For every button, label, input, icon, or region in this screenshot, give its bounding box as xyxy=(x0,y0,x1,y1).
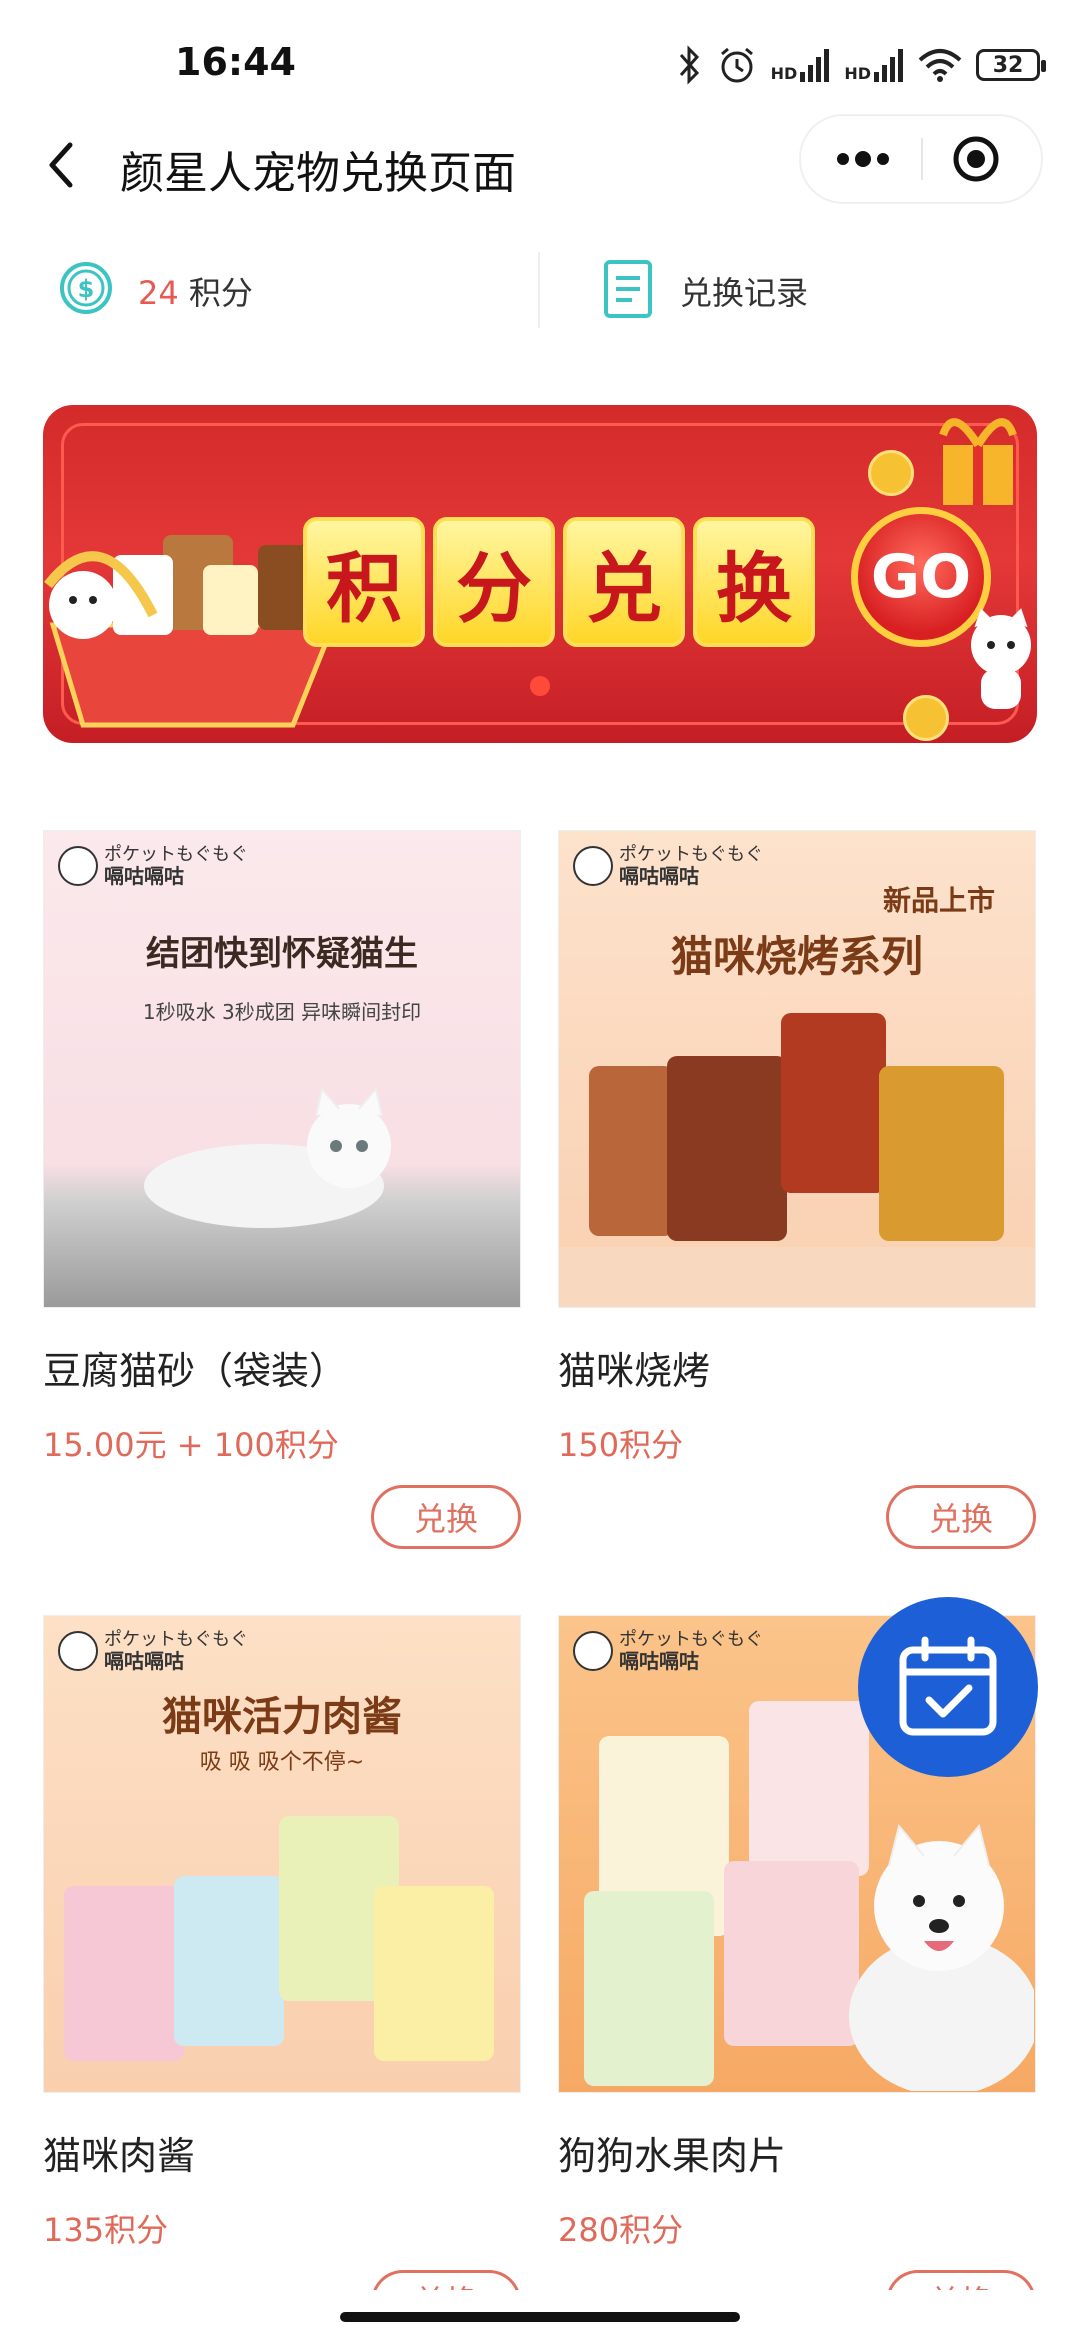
banner-tile: 换 xyxy=(693,517,815,647)
gift-box-icon xyxy=(939,418,1017,505)
pouch-illustration xyxy=(724,1861,859,2046)
image-headline: 猫咪活力肉酱 xyxy=(162,1694,402,1740)
brand-tagline: ポケットもぐもぐ xyxy=(104,844,248,865)
product-card[interactable]: ポケットもぐもぐ 嗝咕嗝咕 新品上市 猫咪烧烤系列 猫咪烧烤 150积分 兑换 xyxy=(558,830,1036,1549)
status-time: 16:44 xyxy=(175,40,296,84)
exchange-button[interactable]: 兑换 xyxy=(886,1485,1036,1549)
product-image[interactable]: ポケットもぐもぐ 嗝咕嗝咕 新品上市 猫咪烧烤系列 xyxy=(558,830,1036,1308)
product-image[interactable]: ポケットもぐもぐ 嗝咕嗝咕 结团快到怀疑猫生 1秒吸水 3秒成团 异味瞬间封印 xyxy=(43,830,521,1308)
wifi-icon xyxy=(918,49,962,82)
product-price: 15.00元 + 100积分 xyxy=(43,1426,339,1464)
cat-photo-illustration xyxy=(144,1086,391,1228)
miniprogram-close-icon[interactable] xyxy=(951,134,1001,184)
pouch-illustration xyxy=(174,1876,284,2046)
product-name: 猫咪肉酱 xyxy=(43,2134,196,2178)
image-subtitle: 吸 吸 吸个不停~ xyxy=(199,1750,365,1775)
brand-logo: ポケットもぐもぐ 嗝咕嗝咕 xyxy=(573,1630,763,1672)
signal-icon: HD xyxy=(771,48,831,82)
exchange-button[interactable]: 兑换 xyxy=(371,1485,521,1549)
points-display[interactable]: 24 积分 xyxy=(138,268,253,314)
checkin-fab[interactable] xyxy=(858,1597,1038,1777)
display-stand xyxy=(559,1247,1035,1307)
svg-text:$: $ xyxy=(78,275,95,303)
status-bar: 16:44 HD HD 32 xyxy=(0,0,1080,130)
product-bag-illustration xyxy=(589,1066,674,1236)
banner-tile: 兑 xyxy=(563,517,685,647)
miniprogram-capsule xyxy=(800,115,1042,203)
back-arrow-icon[interactable] xyxy=(38,135,88,195)
image-headline: 结团快到怀疑猫生 xyxy=(146,934,418,974)
capsule-divider xyxy=(921,138,923,180)
calendar-check-icon xyxy=(899,1636,997,1736)
points-divider xyxy=(538,252,540,328)
points-bar: $ 24 积分 兑换记录 xyxy=(0,240,1080,340)
dog-photo-illustration xyxy=(849,1823,1034,2091)
product-image[interactable]: ポケットもぐもぐ 嗝咕嗝咕 猫咪活力肉酱 吸 吸 吸个不停~ xyxy=(43,1615,521,2093)
brand-logo: ポケットもぐもぐ 嗝咕嗝咕 xyxy=(58,845,248,887)
bluetooth-icon xyxy=(679,45,699,85)
banner-tile: 分 xyxy=(433,517,555,647)
image-subtitle: 1秒吸水 3秒成团 异味瞬间封印 xyxy=(142,1000,422,1024)
banner-tile: 积 xyxy=(303,517,425,647)
coin-icon: $ xyxy=(60,262,112,314)
pouch-illustration xyxy=(64,1886,184,2061)
pouch-illustration xyxy=(374,1886,494,2061)
brand-tagline: ポケットもぐもぐ xyxy=(619,844,763,865)
page-title: 颜星人宠物兑换页面 xyxy=(120,148,516,199)
brand-name: 嗝咕嗝咕 xyxy=(619,1648,699,1673)
product-price: 135积分 xyxy=(43,2211,169,2249)
document-icon xyxy=(604,260,652,318)
nav-bar: 颜星人宠物兑换页面 xyxy=(0,115,1080,215)
brand-tagline: ポケットもぐもぐ xyxy=(619,1629,763,1650)
product-card[interactable]: ポケットもぐもぐ 嗝咕嗝咕 猫咪活力肉酱 吸 吸 吸个不停~ 猫咪肉酱 135积分… xyxy=(43,1615,521,2321)
brand-logo: ポケットもぐもぐ 嗝咕嗝咕 xyxy=(58,1630,248,1672)
home-indicator[interactable] xyxy=(340,2312,740,2322)
coin-decoration xyxy=(903,695,949,741)
battery-icon: 32 xyxy=(976,49,1046,81)
coin-decoration xyxy=(868,450,914,496)
brand-name: 嗝咕嗝咕 xyxy=(619,863,699,888)
exchange-record-link[interactable]: 兑换记录 xyxy=(680,268,808,314)
product-bag-illustration xyxy=(781,1013,886,1193)
signal-icon: HD xyxy=(844,48,904,82)
brand-tagline: ポケットもぐもぐ xyxy=(104,1629,248,1650)
promo-banner[interactable]: 积 分 兑 换 GO xyxy=(43,405,1037,743)
pouch-illustration xyxy=(584,1891,714,2086)
product-name: 狗狗水果肉片 xyxy=(558,2134,787,2178)
points-value: 24 xyxy=(138,274,179,312)
product-bag-illustration xyxy=(667,1056,787,1241)
product-name: 猫咪烧烤 xyxy=(558,1349,711,1393)
hd-label: HD xyxy=(770,64,798,83)
new-arrival-tag: 新品上市 xyxy=(882,884,995,917)
status-icons: HD HD 32 xyxy=(677,40,1046,90)
brand-name: 嗝咕嗝咕 xyxy=(104,1648,184,1673)
banner-indicator-dot[interactable] xyxy=(530,676,550,696)
product-bag-illustration xyxy=(879,1066,1004,1241)
product-price: 150积分 xyxy=(558,1426,684,1464)
cat-mascot-illustration xyxy=(971,608,1031,709)
product-name: 豆腐猫砂（袋装） xyxy=(43,1349,348,1393)
hd-label: HD xyxy=(844,64,871,83)
brand-logo: ポケットもぐもぐ 嗝咕嗝咕 xyxy=(573,845,763,887)
product-card[interactable]: ポケットもぐもぐ 嗝咕嗝咕 结团快到怀疑猫生 1秒吸水 3秒成团 异味瞬间封印 豆… xyxy=(43,830,521,1549)
product-price: 280积分 xyxy=(558,2211,684,2249)
alarm-icon xyxy=(720,47,753,83)
brand-name: 嗝咕嗝咕 xyxy=(104,863,184,888)
image-headline: 猫咪烧烤系列 xyxy=(670,932,923,981)
more-dots-icon[interactable] xyxy=(831,138,895,180)
points-label: 积分 xyxy=(188,274,253,312)
